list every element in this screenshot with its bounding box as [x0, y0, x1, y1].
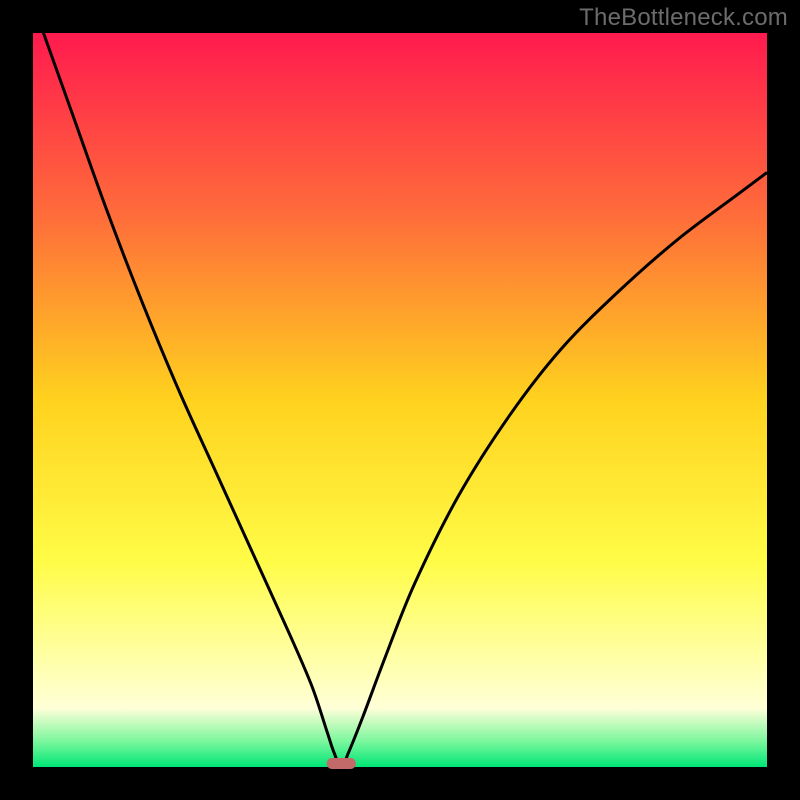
chart-container: TheBottleneck.com	[0, 0, 800, 800]
bottleneck-chart	[0, 0, 800, 800]
plot-background	[33, 33, 767, 767]
optimal-marker	[327, 758, 356, 769]
watermark-text: TheBottleneck.com	[579, 4, 788, 32]
